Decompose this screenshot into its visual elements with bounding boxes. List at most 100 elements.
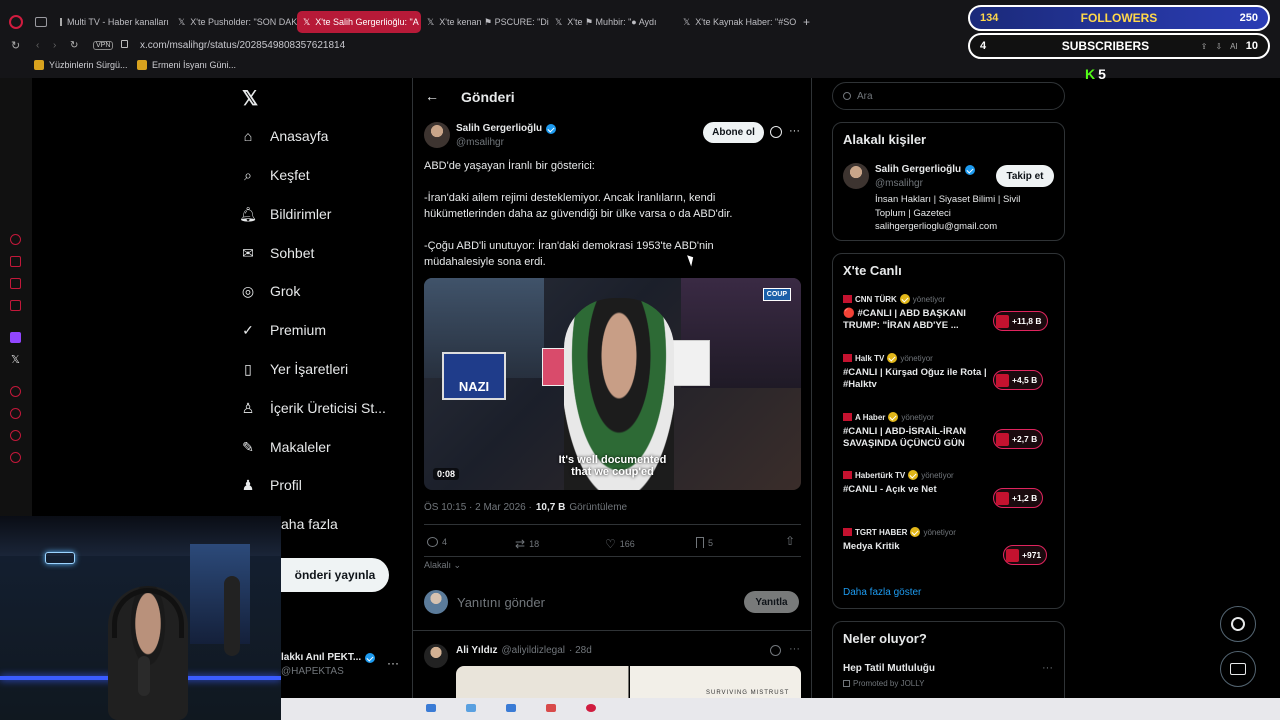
grok-icon[interactable]: [770, 645, 781, 656]
tab-kaynak-haber[interactable]: 𝕏 X'te Kaynak Haber: "#SON: [677, 11, 797, 33]
taskbar-icons: [426, 704, 856, 714]
nav-item-grok[interactable]: ◎ Grok: [240, 278, 410, 304]
trend-item[interactable]: Hep Tatil Mutluluğu: [843, 663, 935, 674]
nav-item-mail[interactable]: ✉ Sohbet: [240, 240, 410, 266]
author-handle[interactable]: @msalihgr: [456, 137, 556, 148]
my-avatar: [424, 590, 448, 614]
nav-item-creator[interactable]: ♙ İçerik Üreticisi St...: [240, 395, 410, 421]
reply-author-handle[interactable]: @aliyildizlegal: [502, 645, 566, 656]
forward-icon[interactable]: ›: [53, 40, 56, 51]
nav-item-bell[interactable]: 🔔︎ Bildirimler: [239, 201, 410, 227]
reply-action[interactable]: 4: [427, 537, 447, 547]
grok-float-button[interactable]: [1220, 606, 1256, 642]
follow-button[interactable]: Takip et: [996, 165, 1054, 187]
reply-author-name[interactable]: Ali Yıldız: [456, 645, 498, 656]
post-button[interactable]: önderi yayınla: [281, 558, 389, 592]
workspace-icon[interactable]: [35, 17, 47, 27]
more-options-icon[interactable]: ···: [789, 125, 800, 137]
show-more-link[interactable]: Daha fazla göster: [843, 587, 921, 598]
live-viewer-badge[interactable]: +2,7 B: [993, 429, 1044, 449]
taskbar-app-icon[interactable]: [546, 704, 556, 712]
sidebar-calendar-icon[interactable]: [10, 300, 21, 311]
sidebar-history-icon[interactable]: [10, 408, 21, 419]
taskbar-app-icon[interactable]: [466, 704, 476, 712]
share-icon[interactable]: ⇪: [1201, 42, 1208, 51]
nav-item-search[interactable]: ⌕ Keşfet: [240, 162, 410, 188]
related-people-card: Alakalı kişiler Salih Gergerlioğlu @msal…: [832, 122, 1065, 241]
tab-pusholder[interactable]: 𝕏 X'te Pusholder: "SON DAK: [172, 11, 297, 33]
subscribe-button[interactable]: Abone ol: [703, 122, 764, 143]
post-timestamp[interactable]: ÖS 10:15 · 2 Mar 2026 ·: [424, 502, 532, 513]
post-meta: ÖS 10:15 · 2 Mar 2026 · 10,7 B Görüntüle…: [424, 502, 627, 513]
ai-button[interactable]: AI: [1230, 42, 1238, 51]
nav-item-home[interactable]: ⌂ Anasayfa: [240, 123, 410, 149]
more-options-icon[interactable]: ···: [1042, 662, 1053, 674]
tab-salih-gergerlioglu[interactable]: 𝕏 X'te Salih Gergerlioğlu: "A: [297, 11, 421, 33]
view-label: Görüntüleme: [569, 502, 628, 513]
live-viewer-badge[interactable]: +1,2 B: [993, 488, 1044, 508]
related-handle[interactable]: @msalihgr: [875, 178, 975, 189]
x-logo-icon[interactable]: 𝕏: [242, 86, 258, 111]
tab-kenan[interactable]: 𝕏 X'te kenan ⚑ PSCURE: "Dili: [421, 11, 549, 33]
more-options-icon[interactable]: ···: [789, 643, 800, 655]
relevance-dropdown[interactable]: Alakalı ⌄: [424, 560, 461, 571]
download-icon[interactable]: ⇩: [1215, 42, 1222, 51]
author-avatar[interactable]: [424, 122, 450, 148]
sidebar-twitch-icon[interactable]: [10, 332, 21, 343]
related-avatar[interactable]: [843, 163, 869, 189]
followers-label: FOLLOWERS: [1080, 11, 1158, 25]
related-name[interactable]: Salih Gergerlioğlu: [875, 164, 961, 175]
viewer-count: +2,7 B: [1012, 434, 1038, 444]
reply-image[interactable]: SURVIVING MISTRUST: [456, 666, 801, 698]
sidebar-messenger-icon[interactable]: [10, 278, 21, 289]
back-icon[interactable]: ‹: [36, 40, 39, 51]
repost-action[interactable]: ⇄ 18: [515, 537, 539, 551]
nav-item-bookmark[interactable]: ▯ Yer İşaretleri: [240, 356, 410, 382]
live-viewer-badge[interactable]: +971: [1003, 545, 1048, 565]
live-viewer-badge[interactable]: +11,8 B: [993, 311, 1048, 331]
sidebar-player-icon[interactable]: [10, 386, 21, 397]
premium-icon: ✓: [242, 321, 254, 338]
share-icon[interactable]: ⇧: [785, 534, 795, 548]
taskbar-app-icon[interactable]: [426, 704, 436, 712]
search-input[interactable]: Ara: [832, 82, 1065, 110]
sidebar-settings-icon[interactable]: [10, 452, 21, 463]
reply-button-label: Yanıtla: [755, 596, 788, 608]
new-tab-button[interactable]: +: [797, 11, 817, 33]
back-arrow-icon[interactable]: ←: [425, 88, 439, 104]
live-viewer-badge[interactable]: +4,5 B: [993, 370, 1044, 390]
bookmark-action[interactable]: 5: [696, 537, 713, 548]
vpn-badge[interactable]: VPN: [93, 40, 114, 50]
nav-item-profile[interactable]: ♟ Profil: [240, 472, 410, 498]
reload-small-icon[interactable]: ↻: [11, 39, 20, 52]
reply-author-avatar[interactable]: [424, 644, 448, 668]
sidebar-x-icon[interactable]: 𝕏: [11, 353, 20, 366]
address-bar[interactable]: x.com/msalihgr/status/202854980835762181…: [140, 40, 345, 51]
nav-item-premium[interactable]: ✓ Premium: [240, 317, 410, 343]
sidebar-aria-icon[interactable]: [10, 234, 21, 245]
like-action[interactable]: ♡ 166: [605, 537, 635, 551]
tab-multi-tv[interactable]: Multi TV - Haber kanalları: [54, 11, 172, 33]
reply-input[interactable]: Yanıtını gönder: [457, 595, 545, 610]
bookmark-item[interactable]: Ermeni İsyanı Güni...: [137, 60, 236, 70]
author-name[interactable]: Salih Gergerlioğlu: [456, 123, 542, 134]
opera-logo-icon[interactable]: [9, 15, 23, 29]
reply-time[interactable]: · 28d: [569, 645, 592, 656]
nav-item-article[interactable]: ✎ Makaleler: [240, 434, 410, 460]
messages-float-button[interactable]: [1220, 651, 1256, 687]
sidebar-bag-icon[interactable]: [10, 256, 21, 267]
taskbar-app-icon[interactable]: [586, 704, 596, 712]
reload-icon[interactable]: ↻: [70, 40, 78, 51]
taskbar-app-icon[interactable]: [506, 704, 516, 712]
bio-email[interactable]: salihgergerlioglu@gmail.com: [875, 220, 1020, 234]
verified-icon: [365, 652, 376, 663]
video-player[interactable]: NAZI COUP It's well documented that we c…: [424, 278, 801, 490]
account-more-icon[interactable]: ···: [387, 656, 399, 670]
grok-icon: ◎: [241, 282, 255, 299]
grok-icon[interactable]: [770, 126, 782, 138]
reply-button[interactable]: Yanıtla: [744, 591, 799, 613]
account-switcher[interactable]: lakkı Anıl PEKT... @HAPEKTAS: [281, 652, 401, 677]
sidebar-cube-icon[interactable]: [10, 430, 21, 441]
bookmark-item[interactable]: Yüzbinlerin Sürgü...: [34, 60, 128, 70]
tab-muhbir[interactable]: 𝕏 X'te ⚑ Muhbir: "● Aydı: [549, 11, 677, 33]
